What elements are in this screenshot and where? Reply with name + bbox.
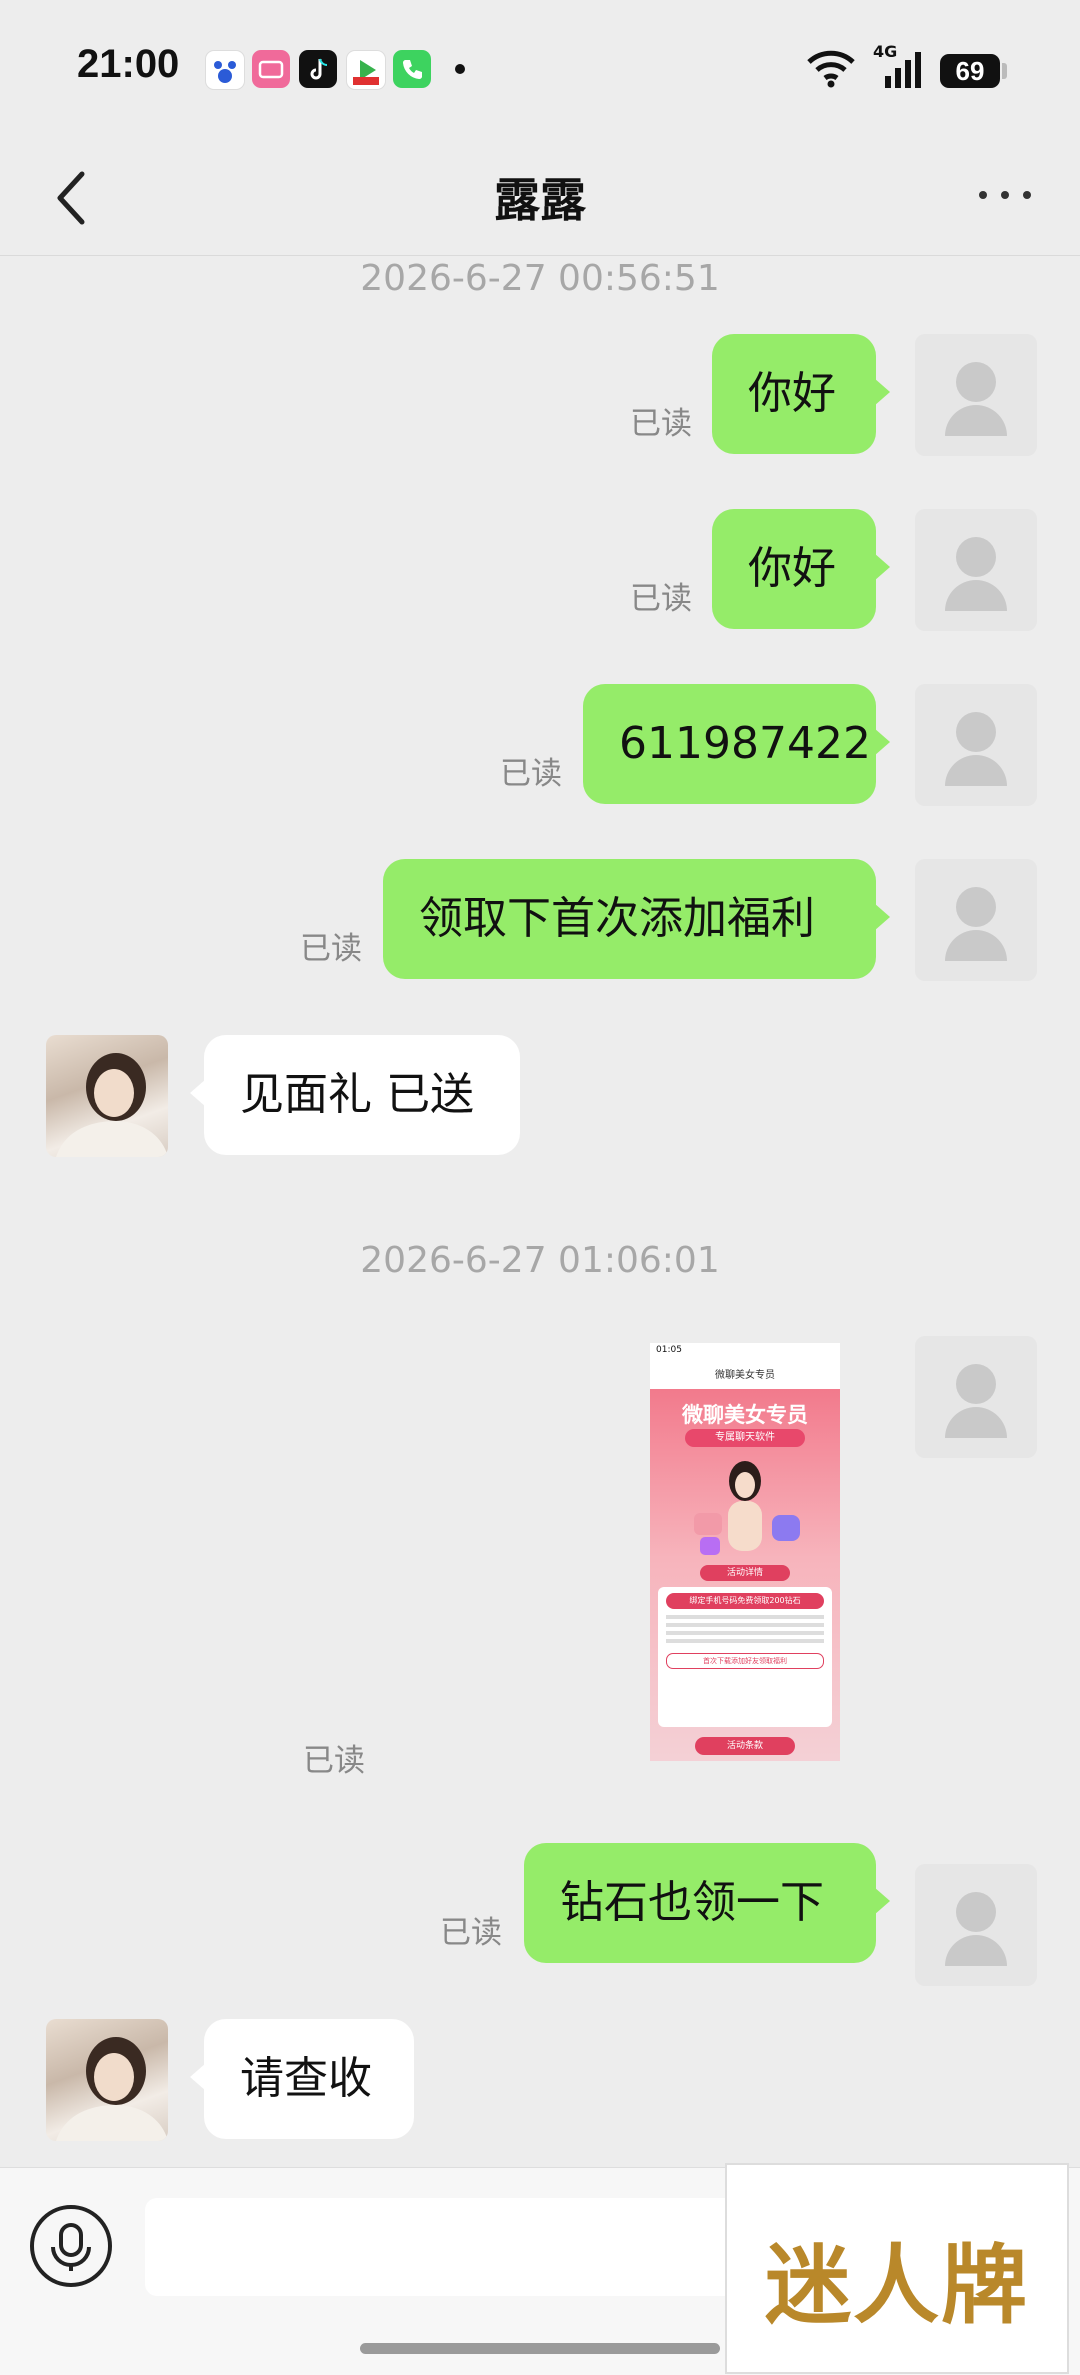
read-receipt: 已读 (630, 581, 692, 617)
contact-avatar[interactable] (46, 1035, 168, 1157)
shot-footer: 活动条款 (695, 1737, 795, 1755)
read-receipt: 已读 (630, 406, 692, 442)
shot-banner: 微聊美女专员 专属聊天软件 活动详情 绑定手机号码免费领取200钻石 首次下载添… (650, 1389, 840, 1761)
my-avatar[interactable] (915, 684, 1037, 806)
wifi-icon (807, 50, 855, 88)
read-receipt: 已读 (303, 1743, 365, 1779)
battery-cap (1002, 63, 1007, 79)
my-avatar[interactable] (915, 509, 1037, 631)
watermark-logo: 迷人牌 (725, 2163, 1069, 2374)
chat-header: 露露 (0, 130, 1080, 256)
my-avatar[interactable] (915, 334, 1037, 456)
battery-indicator: 69 (940, 54, 1000, 88)
shot-card: 绑定手机号码免费领取200钻石 首次下载添加好友领取福利 (658, 1587, 832, 1727)
my-avatar[interactable] (915, 1864, 1037, 1986)
home-indicator[interactable] (360, 2343, 720, 2354)
status-bar: 21:00 4G 69 (0, 0, 1080, 130)
watermark-text: 迷人牌 (765, 2235, 1029, 2336)
tiktok-app-icon (299, 50, 337, 88)
status-time: 21:00 (77, 42, 180, 86)
shot-cta: 绑定手机号码免费领取200钻石 (666, 1593, 824, 1609)
notification-dot (455, 64, 465, 74)
outgoing-message[interactable]: 611987422 (583, 684, 890, 804)
shot-illustration (694, 1461, 800, 1555)
shot-status-time: 01:05 (656, 1345, 682, 1355)
shot-banner-title: 微聊美女专员 (682, 1403, 808, 1427)
bilibili-app-icon (252, 50, 290, 88)
my-avatar[interactable] (915, 1336, 1037, 1458)
shot-notice: 首次下载添加好友领取福利 (666, 1653, 824, 1669)
outgoing-message[interactable]: 领取下首次添加福利 (383, 859, 890, 979)
microphone-icon (51, 2223, 91, 2271)
more-options-icon[interactable] (975, 185, 1035, 205)
contact-avatar[interactable] (46, 2019, 168, 2141)
voice-input-button[interactable] (30, 2205, 112, 2287)
outgoing-message[interactable]: 你好 (712, 334, 890, 454)
image-message[interactable]: 01:05 微聊美女专员 微聊美女专员 专属聊天软件 活动详情 绑定手机号码免费… (650, 1343, 840, 1761)
my-avatar[interactable] (915, 859, 1037, 981)
cellular-signal-icon (885, 52, 921, 88)
incoming-message[interactable]: 见面礼 已送 (190, 1035, 520, 1155)
shot-subtitle: 专属聊天软件 (685, 1429, 805, 1447)
shot-section-label: 活动详情 (700, 1565, 790, 1581)
read-receipt: 已读 (500, 756, 562, 792)
read-receipt: 已读 (440, 1915, 502, 1951)
outgoing-message[interactable]: 你好 (712, 509, 890, 629)
chat-title: 露露 (494, 173, 586, 227)
outgoing-message[interactable]: 钻石也领一下 (524, 1843, 890, 1963)
shot-page-title: 微聊美女专员 (715, 1370, 775, 1381)
baidu-app-icon (205, 50, 245, 90)
incoming-message[interactable]: 请查收 (190, 2019, 414, 2139)
timestamp: 2026-6-27 00:56:51 (360, 258, 720, 299)
read-receipt: 已读 (300, 931, 362, 967)
phone-app-icon (393, 50, 431, 88)
timestamp: 2026-6-27 01:06:01 (360, 1240, 720, 1281)
video-app-icon (346, 50, 386, 90)
